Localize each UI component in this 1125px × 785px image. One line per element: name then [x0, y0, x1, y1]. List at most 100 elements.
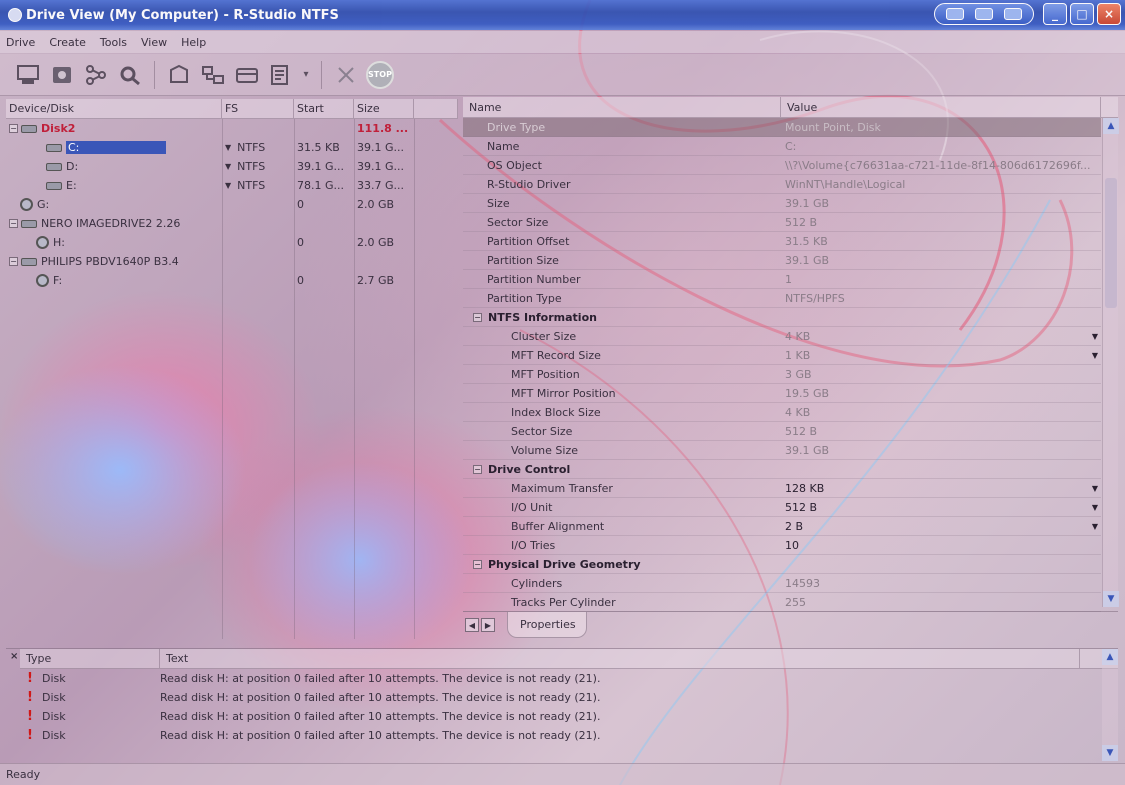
property-row[interactable]: Cluster Size 4 KB ▼ — [463, 327, 1118, 346]
menu-create[interactable]: Create — [47, 36, 88, 49]
scroll-down-icon[interactable]: ▼ — [1102, 745, 1118, 761]
log-row[interactable]: ! Disk Read disk H: at position 0 failed … — [24, 707, 1118, 726]
property-row[interactable]: Name C: — [463, 137, 1118, 156]
column-header-text[interactable]: Text — [160, 649, 1080, 668]
image-icon[interactable] — [267, 61, 295, 89]
pin-icon[interactable] — [974, 8, 993, 20]
property-row[interactable]: I/O Tries 10 — [463, 536, 1118, 555]
open-drive-icon[interactable] — [165, 61, 193, 89]
minimize-button[interactable]: _ — [1043, 3, 1067, 25]
log-row[interactable]: ! Disk Read disk H: at position 0 failed … — [24, 688, 1118, 707]
scrollbar-thumb[interactable] — [1105, 178, 1117, 308]
chevron-down-icon[interactable]: ▼ — [1092, 484, 1098, 493]
property-group-ntfs[interactable]: − NTFS Information — [463, 308, 1118, 327]
chevron-down-icon[interactable]: ▼ — [1092, 503, 1098, 512]
collapse-icon[interactable]: − — [9, 124, 18, 133]
property-value[interactable]: 512 B — [781, 498, 1101, 517]
chevron-down-icon[interactable]: ▼ — [225, 181, 231, 190]
chevron-down-icon[interactable]: ▼ — [225, 143, 231, 152]
property-row[interactable]: R-Studio Driver WinNT\Handle\Logical — [463, 175, 1118, 194]
property-row[interactable]: Partition Type NTFS/HPFS — [463, 289, 1118, 308]
maximize-button[interactable]: □ — [1070, 3, 1094, 25]
property-row[interactable]: MFT Record Size 1 KB ▼ — [463, 346, 1118, 365]
scroll-up-icon[interactable]: ▲ — [1102, 649, 1118, 665]
collapse-icon[interactable]: − — [473, 559, 482, 569]
collapse-icon[interactable]: − — [473, 464, 482, 474]
tab-prev-icon[interactable]: ◀ — [465, 618, 479, 632]
column-header-size[interactable]: Size — [354, 99, 414, 118]
tree-row-f[interactable]: F: 0 2.7 GB — [6, 271, 458, 290]
delete-icon[interactable] — [332, 61, 360, 89]
column-header-device[interactable]: Device/Disk — [6, 99, 222, 118]
collapse-icon[interactable]: − — [9, 219, 18, 228]
tree-row-g[interactable]: G: 0 2.0 GB — [6, 195, 458, 214]
scroll-up-icon[interactable]: ▲ — [1103, 118, 1119, 134]
property-value[interactable]: 2 B — [781, 517, 1101, 536]
property-row[interactable]: Size 39.1 GB — [463, 194, 1118, 213]
property-row[interactable]: MFT Position 3 GB — [463, 365, 1118, 384]
nvidia-icon[interactable] — [946, 8, 965, 20]
column-header-type[interactable]: Type — [20, 649, 160, 668]
column-header-value[interactable]: Value — [781, 97, 1101, 117]
property-row[interactable]: Partition Offset 31.5 KB — [463, 232, 1118, 251]
property-row[interactable]: MFT Mirror Position 19.5 GB — [463, 384, 1118, 403]
close-icon[interactable]: × — [10, 651, 18, 662]
property-row[interactable]: Buffer Alignment 2 B ▼ — [463, 517, 1118, 536]
property-row[interactable]: Sector Size 512 B — [463, 213, 1118, 232]
column-header-start[interactable]: Start — [294, 99, 354, 118]
region-icon[interactable] — [233, 61, 261, 89]
tab-properties[interactable]: Properties — [507, 612, 587, 638]
property-value[interactable]: 128 KB — [781, 479, 1101, 498]
property-row[interactable]: Sector Size 512 B — [463, 422, 1118, 441]
tree-icon[interactable] — [82, 61, 110, 89]
chevron-down-icon[interactable]: ▾ — [301, 61, 311, 89]
property-value: WinNT\Handle\Logical — [781, 175, 1101, 194]
log-row[interactable]: ! Disk Read disk H: at position 0 failed … — [24, 726, 1118, 745]
properties-scrollbar[interactable]: ▲ ▼ — [1102, 118, 1119, 607]
close-button[interactable]: × — [1097, 3, 1121, 25]
property-row[interactable]: I/O Unit 512 B ▼ — [463, 498, 1118, 517]
property-row[interactable]: Partition Number 1 — [463, 270, 1118, 289]
collapse-icon[interactable]: − — [9, 257, 18, 266]
tree-row-d[interactable]: D: ▼ NTFS 39.1 G... 39.1 G... — [6, 157, 458, 176]
menu-drive[interactable]: Drive — [4, 36, 37, 49]
property-row[interactable]: Tracks Per Cylinder 255 — [463, 593, 1118, 612]
property-row[interactable]: Maximum Transfer 128 KB ▼ — [463, 479, 1118, 498]
property-row[interactable]: OS Object \\?\Volume{c76631aa-c721-11de-8… — [463, 156, 1118, 175]
stop-icon[interactable]: STOP — [366, 60, 394, 89]
tree-row-nero[interactable]: − NERO IMAGEDRIVE2 2.26 — [6, 214, 458, 233]
menu-help[interactable]: Help — [179, 36, 208, 49]
arrow-icon[interactable] — [1003, 8, 1022, 20]
menu-view[interactable]: View — [139, 36, 169, 49]
tab-next-icon[interactable]: ▶ — [481, 618, 495, 632]
property-group-geometry[interactable]: − Physical Drive Geometry — [463, 555, 1118, 574]
column-header-fs[interactable]: FS — [222, 99, 294, 118]
tree-row-h[interactable]: H: 0 2.0 GB — [6, 233, 458, 252]
chevron-down-icon[interactable]: ▼ — [1092, 522, 1098, 531]
scroll-down-icon[interactable]: ▼ — [1103, 591, 1119, 607]
tree-row-e[interactable]: E: ▼ NTFS 78.1 G... 33.7 G... — [6, 176, 458, 195]
drive-icon[interactable] — [14, 61, 42, 89]
chevron-down-icon[interactable]: ▼ — [225, 162, 231, 171]
tree-row-disk2[interactable]: − Disk2 111.8 ... — [6, 119, 458, 138]
tree-row-c[interactable]: C: ▼ NTFS 31.5 KB 39.1 G... — [6, 138, 458, 157]
find-icon[interactable] — [116, 61, 144, 89]
property-group-drive-control[interactable]: − Drive Control — [463, 460, 1118, 479]
tree-row-philips[interactable]: − PHILIPS PBDV1640P B3.4 — [6, 252, 458, 271]
log-row[interactable]: ! Disk Read disk H: at position 0 failed … — [24, 669, 1118, 688]
nvidia-taskbar-widget[interactable] — [934, 3, 1034, 25]
column-header-name[interactable]: Name — [463, 97, 781, 117]
property-row[interactable]: Partition Size 39.1 GB — [463, 251, 1118, 270]
network-icon[interactable] — [199, 61, 227, 89]
collapse-icon[interactable]: − — [473, 312, 482, 322]
property-row[interactable]: Volume Size 39.1 GB — [463, 441, 1118, 460]
scan-icon[interactable] — [48, 61, 76, 89]
property-value[interactable]: 10 — [781, 536, 1101, 555]
property-row[interactable]: Cylinders 14593 — [463, 574, 1118, 593]
log-scrollbar[interactable]: ▲ ▼ — [1102, 649, 1118, 761]
menu-tools[interactable]: Tools — [98, 36, 129, 49]
property-row[interactable]: Index Block Size 4 KB — [463, 403, 1118, 422]
chevron-down-icon[interactable]: ▼ — [1092, 332, 1098, 341]
property-row[interactable]: Drive Type Mount Point, Disk — [463, 118, 1118, 137]
chevron-down-icon[interactable]: ▼ — [1092, 351, 1098, 360]
